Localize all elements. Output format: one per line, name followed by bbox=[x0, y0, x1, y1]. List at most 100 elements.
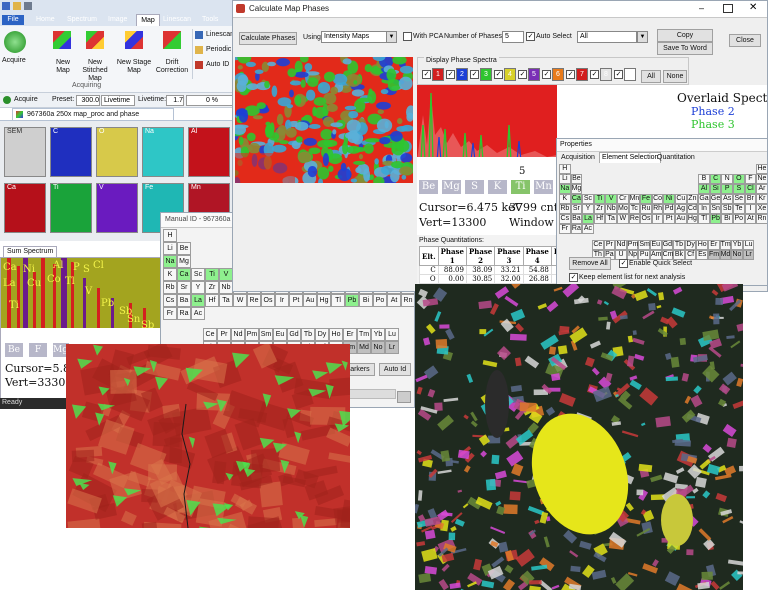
element-map-thumb[interactable]: Ti bbox=[50, 183, 92, 233]
acquire-ribbon-button[interactable]: Acquire bbox=[2, 29, 28, 69]
element-tm[interactable]: Tm bbox=[357, 327, 371, 341]
all-select[interactable]: All bbox=[577, 31, 637, 43]
tab-spectrum[interactable]: Spectrum bbox=[67, 15, 97, 25]
tab-linescan[interactable]: Linescan bbox=[163, 15, 191, 25]
element-cu[interactable]: Cu bbox=[675, 194, 687, 204]
element-bi[interactable]: Bi bbox=[721, 214, 733, 224]
element-ti[interactable]: Ti bbox=[205, 268, 219, 281]
element-k[interactable]: K bbox=[163, 268, 177, 281]
element-at[interactable]: At bbox=[387, 294, 401, 307]
element-sm[interactable]: Sm bbox=[638, 240, 650, 250]
acquire-label[interactable]: Acquire bbox=[14, 96, 38, 103]
new-stage-map-button[interactable]: New Stage Map bbox=[116, 29, 152, 74]
element-marker-button[interactable]: K bbox=[488, 180, 507, 194]
phase-checkbox[interactable]: ✓ bbox=[470, 70, 479, 79]
element-cl[interactable]: Cl bbox=[744, 184, 757, 194]
element-eu[interactable]: Eu bbox=[273, 327, 287, 341]
save-to-word-button[interactable]: Save To Word bbox=[657, 42, 713, 55]
element-np[interactable]: Np bbox=[626, 250, 639, 260]
tab-file[interactable]: File bbox=[2, 15, 24, 25]
new-stitched-map-button[interactable]: New Stitched Map bbox=[76, 29, 114, 82]
element-cs[interactable]: Cs bbox=[163, 294, 177, 307]
element-sn[interactable]: Sn bbox=[709, 204, 722, 214]
with-pca-checkbox[interactable] bbox=[403, 32, 412, 41]
be-element-button[interactable]: Be bbox=[5, 343, 23, 357]
element-cs[interactable]: Cs bbox=[559, 214, 571, 224]
phase-all-button[interactable]: All bbox=[641, 70, 661, 83]
element-ti[interactable]: Ti bbox=[593, 194, 606, 204]
element-ta[interactable]: Ta bbox=[219, 294, 233, 307]
element-fr[interactable]: Fr bbox=[163, 307, 177, 320]
phase-checkbox[interactable]: ✓ bbox=[494, 70, 503, 79]
element-pt[interactable]: Pt bbox=[663, 214, 675, 224]
phase-checkbox[interactable]: ✓ bbox=[446, 70, 455, 79]
element-tm[interactable]: Tm bbox=[719, 240, 732, 250]
preset-input[interactable]: 300.0 bbox=[76, 95, 100, 106]
phase-checkbox[interactable]: ✓ bbox=[542, 70, 551, 79]
element-tl[interactable]: Tl bbox=[331, 294, 345, 307]
element-ba[interactable]: Ba bbox=[177, 294, 191, 307]
element-ca[interactable]: Ca bbox=[177, 268, 191, 281]
element-no[interactable]: No bbox=[371, 340, 385, 354]
calculate-phases-button[interactable]: Calculate Phases bbox=[239, 32, 297, 45]
using-dropdown-icon[interactable]: ▼ bbox=[386, 31, 397, 43]
element-zr[interactable]: Zr bbox=[205, 281, 219, 294]
element-fe[interactable]: Fe bbox=[640, 194, 652, 204]
num-phases-input[interactable]: 5 bbox=[502, 31, 524, 43]
element-pt[interactable]: Pt bbox=[289, 294, 303, 307]
element-pu[interactable]: Pu bbox=[638, 250, 650, 260]
element-ce[interactable]: Ce bbox=[592, 240, 604, 250]
element-pr[interactable]: Pr bbox=[217, 327, 231, 341]
element-hf[interactable]: Hf bbox=[205, 294, 219, 307]
element-sb[interactable]: Sb bbox=[721, 204, 733, 214]
minimize-icon[interactable]: – bbox=[699, 4, 709, 13]
element-rn[interactable]: Rn bbox=[756, 214, 767, 224]
element-marker-button[interactable]: Ti bbox=[511, 180, 530, 194]
element-tc[interactable]: Tc bbox=[628, 204, 641, 214]
element-pb[interactable]: Pb bbox=[709, 214, 722, 224]
element-eu[interactable]: Eu bbox=[650, 240, 662, 250]
element-in[interactable]: In bbox=[698, 204, 710, 214]
element-pr[interactable]: Pr bbox=[603, 240, 616, 250]
element-li[interactable]: Li bbox=[559, 174, 571, 184]
element-ra[interactable]: Ra bbox=[570, 224, 583, 234]
element-map-thumb[interactable]: O bbox=[96, 127, 138, 177]
element-p[interactable]: P bbox=[721, 184, 733, 194]
phase-checkbox[interactable]: ✓ bbox=[518, 70, 527, 79]
element-ta[interactable]: Ta bbox=[605, 214, 617, 224]
element-zn[interactable]: Zn bbox=[686, 194, 699, 204]
element-au[interactable]: Au bbox=[675, 214, 687, 224]
element-zr[interactable]: Zr bbox=[593, 204, 606, 214]
element-nd[interactable]: Nd bbox=[231, 327, 245, 341]
element-rb[interactable]: Rb bbox=[163, 281, 177, 294]
remove-all-button[interactable]: Remove All bbox=[569, 257, 611, 270]
properties-tab-acquisition[interactable]: Acquisition bbox=[561, 154, 595, 161]
element-re[interactable]: Re bbox=[628, 214, 641, 224]
element-rh[interactable]: Rh bbox=[651, 204, 664, 214]
element-xe[interactable]: Xe bbox=[756, 204, 767, 214]
element-map-thumb[interactable]: SEM bbox=[4, 127, 46, 177]
element-hg[interactable]: Hg bbox=[317, 294, 331, 307]
element-nb[interactable]: Nb bbox=[219, 281, 233, 294]
element-tb[interactable]: Tb bbox=[673, 240, 685, 250]
element-marker-button[interactable]: S bbox=[465, 180, 484, 194]
element-al[interactable]: Al bbox=[698, 184, 710, 194]
element-lr[interactable]: Lr bbox=[385, 340, 399, 354]
element-as[interactable]: As bbox=[721, 194, 733, 204]
element-ir[interactable]: Ir bbox=[275, 294, 289, 307]
element-am[interactable]: Am bbox=[650, 250, 662, 260]
element-at[interactable]: At bbox=[744, 214, 757, 224]
element-mg[interactable]: Mg bbox=[177, 255, 191, 268]
element-c[interactable]: C bbox=[709, 174, 722, 184]
element-po[interactable]: Po bbox=[733, 214, 745, 224]
element-ni[interactable]: Ni bbox=[663, 194, 675, 204]
element-po[interactable]: Po bbox=[373, 294, 387, 307]
element-re[interactable]: Re bbox=[247, 294, 261, 307]
element-ru[interactable]: Ru bbox=[640, 204, 652, 214]
element-marker-button[interactable]: Mn bbox=[534, 180, 553, 194]
element-br[interactable]: Br bbox=[744, 194, 757, 204]
element-ca[interactable]: Ca bbox=[570, 194, 583, 204]
element-kr[interactable]: Kr bbox=[756, 194, 767, 204]
element-ag[interactable]: Ag bbox=[675, 204, 687, 214]
element-mg[interactable]: Mg bbox=[570, 184, 583, 194]
